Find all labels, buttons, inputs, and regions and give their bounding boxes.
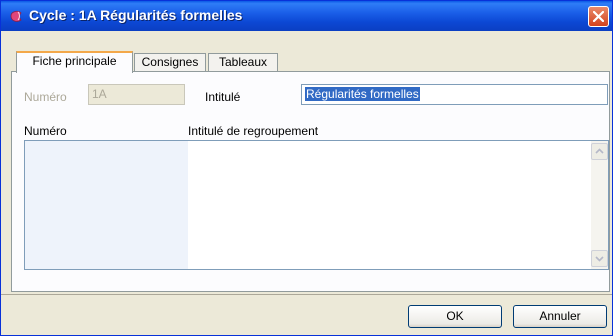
app-icon (9, 9, 23, 23)
close-button[interactable] (588, 6, 609, 27)
grid-column-numero (25, 141, 188, 269)
intitule-label: Intitulé (205, 90, 241, 104)
close-icon (593, 11, 604, 22)
tab-fiche-principale[interactable]: Fiche principale (16, 51, 133, 73)
window-title: Cycle : 1A Régularités formelles (29, 7, 243, 23)
numero-label: Numéro (24, 90, 67, 104)
tab-tableaux[interactable]: Tableaux (208, 53, 278, 72)
dialog-window: Cycle : 1A Régularités formelles Fiche p… (0, 0, 613, 336)
cancel-button[interactable]: Annuler (513, 305, 607, 328)
intitule-field-value: Régularités formelles (305, 87, 420, 101)
tab-consignes[interactable]: Consignes (134, 53, 206, 72)
grid-header-numero: Numéro (24, 124, 67, 138)
footer-divider (1, 294, 612, 295)
grid-header-intitule: Intitulé de regroupement (188, 124, 319, 138)
scroll-up-button[interactable] (591, 143, 608, 160)
chevron-up-icon (595, 148, 604, 154)
vertical-scrollbar[interactable] (591, 141, 608, 269)
regroupement-grid[interactable] (24, 140, 609, 270)
ok-button[interactable]: OK (408, 305, 502, 328)
chevron-down-icon (595, 256, 604, 262)
intitule-field[interactable]: Régularités formelles (301, 84, 608, 105)
numero-field: 1A (88, 84, 185, 105)
scroll-down-button[interactable] (591, 250, 608, 267)
title-bar[interactable]: Cycle : 1A Régularités formelles (1, 1, 612, 31)
